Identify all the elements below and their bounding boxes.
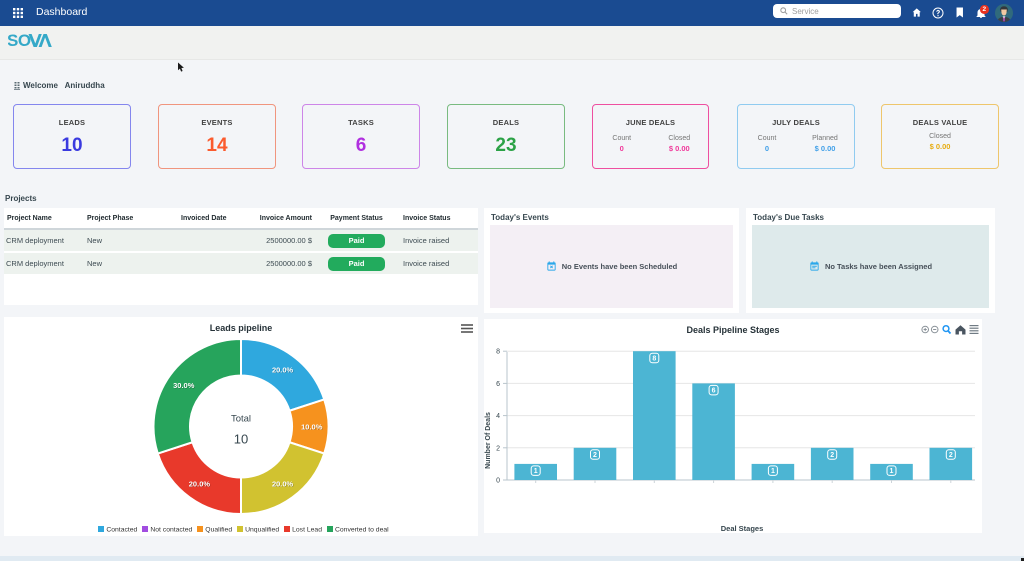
svg-text:2: 2: [949, 452, 953, 459]
svg-text:Total: Total: [231, 414, 251, 425]
svg-text:1: 1: [534, 468, 538, 475]
svg-text:8: 8: [496, 349, 500, 356]
svg-text:2: 2: [593, 452, 597, 459]
svg-text:1: 1: [771, 468, 775, 475]
svg-text:SO: SO: [8, 32, 31, 48]
svg-text:0: 0: [496, 478, 500, 485]
svg-text:10: 10: [234, 432, 248, 447]
svg-text:Number Of Deals: Number Of Deals: [485, 412, 492, 469]
svg-text:6: 6: [496, 381, 500, 388]
svg-text:20.0%: 20.0%: [272, 480, 294, 489]
svg-text:30.0%: 30.0%: [173, 381, 195, 390]
svg-text:4: 4: [496, 413, 500, 420]
svg-text:10.0%: 10.0%: [301, 423, 323, 432]
svg-text:20.0%: 20.0%: [272, 365, 294, 374]
svg-text:2: 2: [496, 445, 500, 452]
svg-text:6: 6: [712, 388, 716, 395]
svg-text:8: 8: [652, 356, 656, 363]
svg-text:Deal Stages: Deal Stages: [721, 524, 764, 533]
svg-text:1: 1: [890, 468, 894, 475]
svg-text:20.0%: 20.0%: [189, 480, 211, 489]
svg-text:2: 2: [830, 452, 834, 459]
